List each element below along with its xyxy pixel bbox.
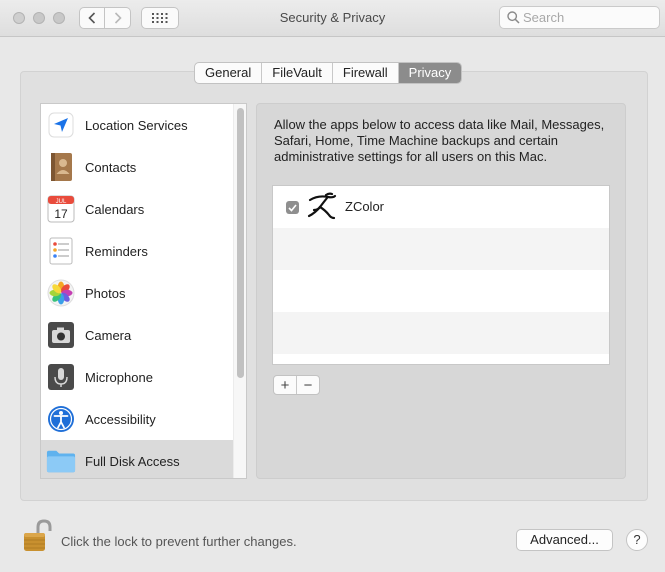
category-accessibility[interactable]: Accessibility: [41, 398, 233, 440]
privacy-description: Allow the apps below to access data like…: [274, 117, 605, 164]
photos-flower-icon: [46, 278, 76, 308]
privacy-category-list[interactable]: Location Services Contacts JUL 17 Calend…: [40, 103, 247, 479]
calendar-icon: JUL 17: [46, 194, 76, 224]
reminders-list-icon: [46, 236, 76, 266]
calendar-day: 17: [54, 207, 68, 221]
list-empty-row: [273, 312, 609, 354]
category-label: Location Services: [85, 117, 188, 133]
category-photos[interactable]: Photos: [41, 272, 233, 314]
category-label: Accessibility: [85, 411, 156, 427]
category-camera[interactable]: Camera: [41, 314, 233, 356]
add-remove-control: + −: [273, 375, 320, 395]
search-icon: [507, 11, 520, 24]
contacts-book-icon: [46, 152, 76, 182]
tab-privacy[interactable]: Privacy: [398, 63, 462, 83]
add-app-button[interactable]: +: [274, 376, 297, 394]
category-full-disk-access[interactable]: Full Disk Access: [41, 440, 233, 478]
help-button[interactable]: ?: [626, 529, 648, 551]
category-calendars[interactable]: JUL 17 Calendars: [41, 188, 233, 230]
search-input[interactable]: [523, 9, 653, 26]
category-label: Camera: [85, 327, 132, 343]
category-label: Microphone: [85, 369, 153, 385]
remove-app-button[interactable]: −: [297, 376, 319, 394]
category-microphone[interactable]: Microphone: [41, 356, 233, 398]
category-label: Reminders: [85, 243, 148, 259]
folder-icon: [46, 446, 76, 476]
app-row-zcolor[interactable]: ZColor: [273, 186, 609, 228]
tab-filevault[interactable]: FileVault: [262, 63, 333, 83]
app-list[interactable]: ZColor: [272, 185, 610, 365]
checkmark-icon: [288, 203, 297, 212]
category-contacts[interactable]: Contacts: [41, 146, 233, 188]
category-location-services[interactable]: Location Services: [41, 104, 233, 146]
category-label: Contacts: [85, 159, 137, 175]
app-name: ZColor: [345, 199, 385, 214]
camera-icon: [46, 320, 76, 350]
zcolor-running-figure-icon: [306, 192, 338, 222]
category-label: Photos: [85, 285, 126, 301]
accessibility-person-icon: [46, 404, 76, 434]
tab-bar: General FileVault Firewall Privacy: [194, 62, 463, 84]
category-label: Full Disk Access: [85, 453, 180, 469]
scrollbar-thumb[interactable]: [237, 108, 244, 378]
advanced-button[interactable]: Advanced...: [516, 529, 613, 551]
lock-status-text: Click the lock to prevent further change…: [61, 534, 297, 549]
calendar-month: JUL: [56, 199, 67, 205]
lock-icon[interactable]: [21, 518, 53, 554]
category-list-scrollbar[interactable]: [233, 104, 246, 478]
category-label: Calendars: [85, 201, 145, 217]
microphone-icon: [46, 362, 76, 392]
app-enabled-checkbox[interactable]: [286, 201, 299, 214]
tab-firewall[interactable]: Firewall: [333, 63, 399, 83]
list-empty-row: [273, 270, 609, 312]
list-empty-row: [273, 228, 609, 270]
location-arrow-icon: [46, 110, 76, 140]
title-bar: Security & Privacy: [0, 0, 665, 37]
category-reminders[interactable]: Reminders: [41, 230, 233, 272]
search-field[interactable]: [499, 6, 660, 29]
tab-general[interactable]: General: [195, 63, 263, 83]
